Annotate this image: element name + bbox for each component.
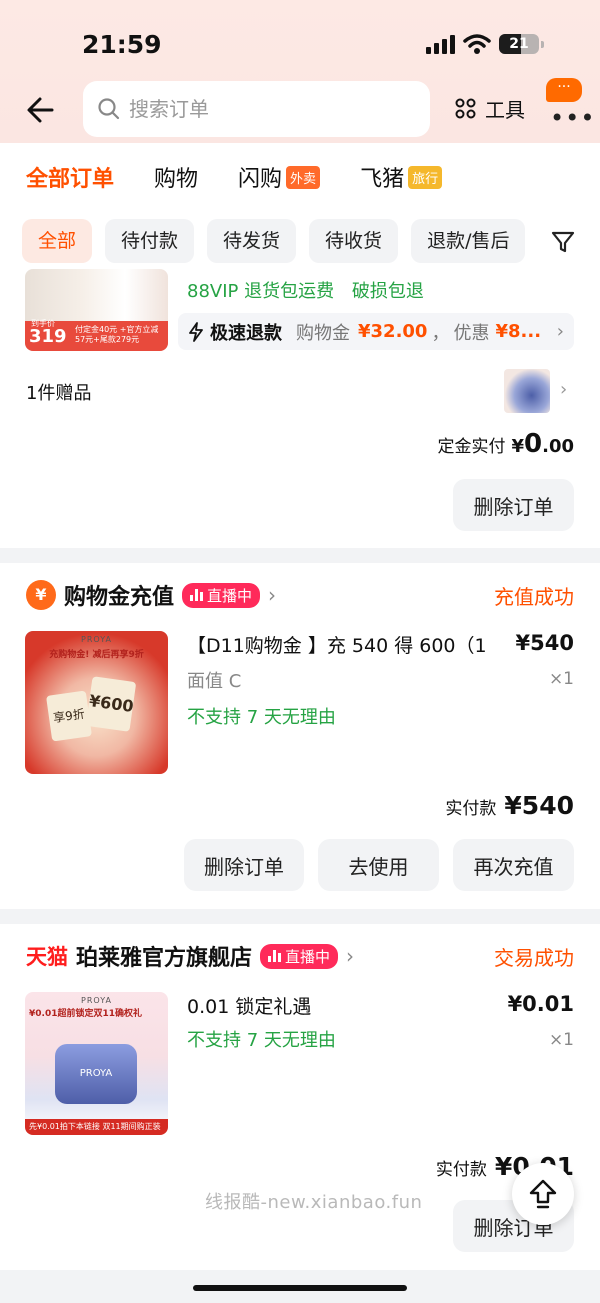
product-thumbnail-1[interactable]: 到手价 319 付定金40元 +官方立减57元+尾款279元 xyxy=(25,269,168,351)
fast-refund-bar[interactable]: 极速退款 购物金 ¥32.00 ， 优惠 ¥8... › xyxy=(178,313,574,350)
live-badge[interactable]: 直播中 xyxy=(182,582,261,608)
gift-label[interactable]: 1件赠品 xyxy=(26,379,91,405)
delete-order-button[interactable]: 删除订单 xyxy=(184,839,304,891)
shop-name: 购物金充值 xyxy=(64,585,175,610)
tmall-logo: 天猫 xyxy=(26,945,68,969)
product-price: ¥0.01 xyxy=(507,992,574,1016)
tab-flash-buy[interactable]: 闪购 外卖 xyxy=(238,161,321,193)
tab-shopping[interactable]: 购物 xyxy=(154,161,198,193)
tools-button[interactable]: 工具 xyxy=(455,94,525,123)
travel-tag: 旅行 xyxy=(408,165,443,189)
order-card-2: ¥ 购物金充值 直播中 › 充值成功 PROYA 充购物金! 减后再享9折 享9… xyxy=(0,563,600,909)
tab-fliggy[interactable]: 飞猪 旅行 xyxy=(360,161,443,193)
product-title[interactable]: 【D11购物金 】充 540 得 600（10 xyxy=(187,631,487,658)
more-button[interactable]: ··· ••• xyxy=(546,78,594,132)
product-quantity: ×1 xyxy=(548,669,574,689)
scroll-top-button[interactable] xyxy=(512,1163,574,1225)
product-title[interactable]: 0.01 锁定礼遇 xyxy=(187,992,487,1019)
filter-pending-payment[interactable]: 待付款 xyxy=(105,219,195,263)
shop-header[interactable]: ¥ 购物金充值 直播中 › xyxy=(26,579,276,611)
paid-amount: 实付款 ¥540 xyxy=(445,791,574,820)
filter-refund[interactable]: 退款/售后 xyxy=(411,219,526,263)
message-badge: ··· xyxy=(546,78,582,102)
order-status: 充值成功 xyxy=(494,585,574,609)
watermark: 线报酷-new.xianbao.fun xyxy=(205,1192,423,1213)
search-icon xyxy=(98,98,120,120)
product-quantity: ×1 xyxy=(548,1030,574,1050)
chevron-right-icon: › xyxy=(556,321,564,342)
battery-icon: 21 xyxy=(499,34,539,54)
search-box[interactable] xyxy=(83,81,430,137)
top-header: 21:59 21 工具 · xyxy=(0,0,600,143)
wifi-icon xyxy=(463,34,491,54)
back-arrow-icon[interactable] xyxy=(22,90,62,130)
status-time: 21:59 xyxy=(82,30,162,59)
product-thumbnail-2[interactable]: PROYA 充购物金! 减后再享9折 享9折 ¥600 xyxy=(25,631,168,774)
product-thumbnail-3[interactable]: PROYA ¥0.01超前锁定双11确权礼 PROYA 先¥0.01拍下本链接 … xyxy=(25,992,168,1135)
signal-icon xyxy=(426,34,455,54)
no-return-note: 不支持 7 天无理由 xyxy=(187,1030,336,1051)
recharge-again-button[interactable]: 再次充值 xyxy=(453,839,574,891)
search-input[interactable] xyxy=(129,97,409,121)
product-price: ¥540 xyxy=(515,631,574,655)
deposit-paid: 定金实付 ¥0.00 xyxy=(437,429,574,459)
delete-order-button[interactable]: 删除订单 xyxy=(453,479,574,531)
status-icons: 21 xyxy=(426,33,544,55)
home-indicator xyxy=(193,1285,407,1291)
shop-header[interactable]: 天猫 珀莱雅官方旗舰店 直播中 › xyxy=(26,940,354,972)
filter-all[interactable]: 全部 xyxy=(22,219,93,263)
tabs-area: 全部订单 购物 闪购 外卖 飞猪 旅行 全部 待付款 待发货 待收货 退款/售后 xyxy=(0,143,600,269)
chevron-right-icon: › xyxy=(268,583,277,607)
tools-label: 工具 xyxy=(485,98,525,122)
more-dots-icon: ••• xyxy=(550,104,596,132)
filter-chips: 全部 待付款 待发货 待收货 退款/售后 xyxy=(22,219,526,263)
main-tabs: 全部订单 购物 闪购 外卖 飞猪 旅行 xyxy=(26,161,482,193)
chevron-right-icon: › xyxy=(346,944,355,968)
order-status: 交易成功 xyxy=(494,946,574,970)
product-spec: 面值 C xyxy=(187,671,242,692)
order-card-1: 到手价 319 付定金40元 +官方立减57元+尾款279元 88VIP 退货包… xyxy=(0,269,600,548)
service-promos: 88VIP 退货包运费 破损包退 xyxy=(187,281,424,302)
tab-all-orders[interactable]: 全部订单 xyxy=(26,161,114,193)
takeout-tag: 外卖 xyxy=(286,165,321,189)
gift-thumbnail[interactable] xyxy=(504,369,550,413)
order-card-3: 天猫 珀莱雅官方旗舰店 直播中 › 交易成功 PROYA ¥0.01超前锁定双1… xyxy=(0,924,600,1270)
filter-funnel-icon[interactable] xyxy=(550,229,576,255)
lightning-icon xyxy=(189,321,203,342)
arrow-up-icon xyxy=(529,1179,557,1209)
shop-name: 珀莱雅官方旗舰店 xyxy=(76,946,253,971)
live-badge[interactable]: 直播中 xyxy=(260,943,339,969)
money-bag-icon: ¥ xyxy=(26,580,56,610)
filter-pending-shipment[interactable]: 待发货 xyxy=(207,219,297,263)
chevron-right-icon[interactable]: › xyxy=(560,379,567,400)
no-return-note: 不支持 7 天无理由 xyxy=(187,707,336,728)
use-now-button[interactable]: 去使用 xyxy=(318,839,439,891)
filter-pending-receipt[interactable]: 待收货 xyxy=(309,219,399,263)
grid-icon xyxy=(455,98,476,118)
